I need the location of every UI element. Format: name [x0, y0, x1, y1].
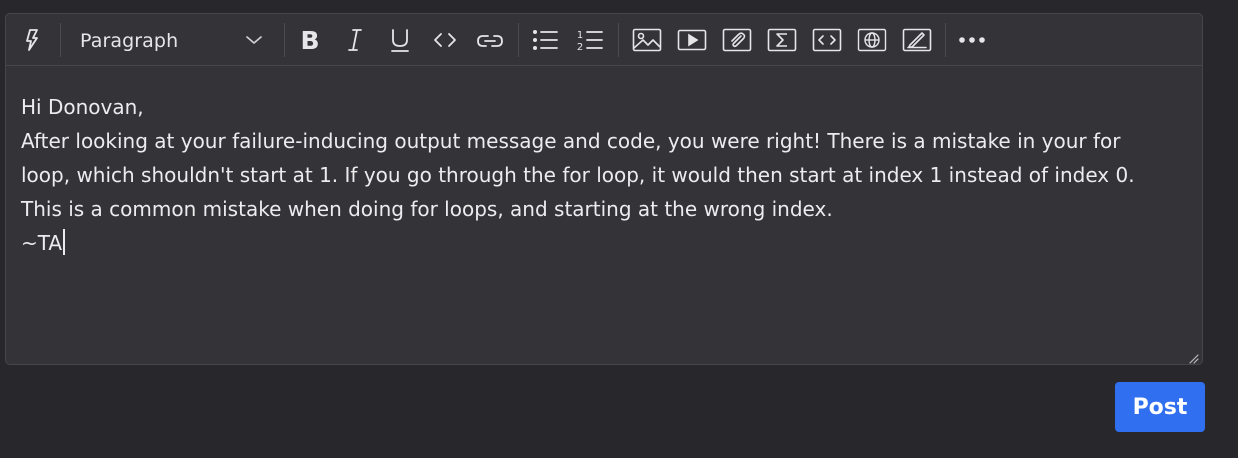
rich-text-editor: Paragraph B 1 2 Hi Donovan, After lookin…: [5, 13, 1203, 365]
editor-toolbar: Paragraph B 1 2: [6, 14, 1202, 66]
attachment-icon[interactable]: [720, 23, 754, 57]
toolbar-separator: [618, 23, 619, 57]
editor-content[interactable]: Hi Donovan, After looking at your failur…: [21, 90, 1191, 260]
bullet-list-icon[interactable]: [528, 23, 562, 57]
toolbar-separator: [945, 23, 946, 57]
image-icon[interactable]: [630, 23, 664, 57]
inline-code-icon[interactable]: [428, 23, 462, 57]
math-icon[interactable]: [765, 23, 799, 57]
text-line-last: ~TA: [21, 226, 1191, 260]
italic-icon[interactable]: [338, 23, 372, 57]
svg-text:B: B: [300, 27, 319, 53]
svg-text:1: 1: [577, 30, 583, 41]
more-icon[interactable]: [955, 23, 989, 57]
text-caret: [63, 229, 65, 255]
numbered-list-icon[interactable]: 1 2: [573, 23, 607, 57]
code-block-icon[interactable]: [810, 23, 844, 57]
embed-icon[interactable]: [855, 23, 889, 57]
post-button[interactable]: Post: [1115, 382, 1205, 432]
text-line: After looking at your failure-inducing o…: [21, 129, 1121, 153]
block-format-label: Paragraph: [80, 30, 179, 52]
text-line: Hi Donovan,: [21, 95, 144, 119]
underline-icon[interactable]: [383, 23, 417, 57]
link-icon[interactable]: [473, 23, 507, 57]
lightning-icon[interactable]: [15, 23, 49, 57]
resize-handle-icon[interactable]: [1187, 349, 1199, 364]
text-line: loop, which shouldn't start at 1. If you…: [21, 163, 1135, 187]
svg-text:2: 2: [577, 42, 583, 52]
signature-text: ~TA: [21, 231, 63, 255]
toolbar-separator: [518, 23, 519, 57]
video-icon[interactable]: [675, 23, 709, 57]
drawing-icon[interactable]: [900, 23, 934, 57]
toolbar-separator: [284, 23, 285, 57]
reply-composer: Paragraph B 1 2 Hi Donovan, After lookin…: [0, 0, 1238, 458]
chevron-down-icon: [245, 32, 263, 52]
text-line: This is a common mistake when doing for …: [21, 197, 833, 221]
toolbar-separator: [60, 23, 61, 57]
bold-icon[interactable]: B: [293, 23, 327, 57]
block-format-select[interactable]: Paragraph: [70, 23, 270, 57]
